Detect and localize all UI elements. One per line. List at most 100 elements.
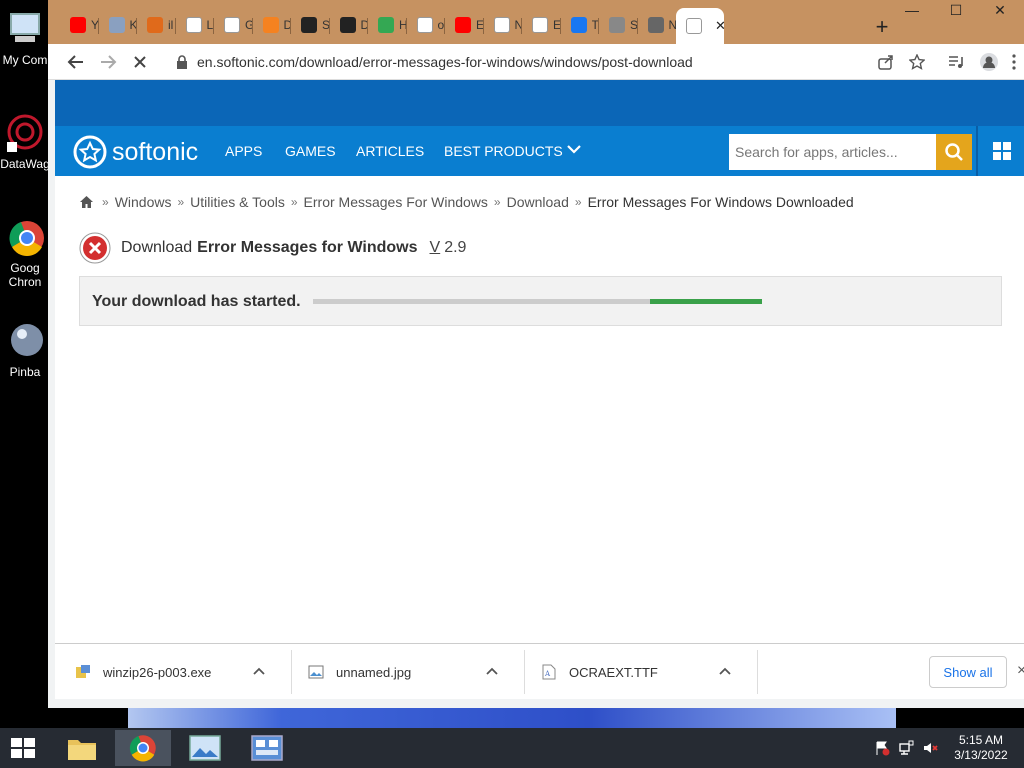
browser-tab[interactable]: o xyxy=(407,12,445,38)
media-button[interactable] xyxy=(944,50,968,74)
softonic-logo[interactable]: softonic xyxy=(72,134,198,170)
desktop-icon-pinball[interactable]: Pinba xyxy=(0,320,50,379)
softonic-logo-icon xyxy=(73,135,107,169)
home-icon[interactable] xyxy=(79,195,94,209)
download-prefix: Download xyxy=(121,239,193,256)
browser-tab[interactable]: N xyxy=(638,12,676,38)
stop-loading-button[interactable] xyxy=(128,50,152,74)
error-app-icon xyxy=(79,232,111,264)
close-shelf-button[interactable]: × xyxy=(1017,662,1024,680)
windows-platform-icon[interactable] xyxy=(993,142,1011,160)
google-icon xyxy=(224,17,240,33)
nav-divider xyxy=(976,126,978,176)
desktop-icon-label: Chron xyxy=(8,275,42,289)
desktop-icon-datawag[interactable]: DataWag xyxy=(0,112,50,171)
taskbar-file-explorer[interactable] xyxy=(54,730,110,766)
browser-tab[interactable]: S xyxy=(599,12,637,38)
browser-tab[interactable]: E xyxy=(522,12,560,38)
tab-close-icon[interactable]: ✕ xyxy=(715,18,726,34)
version-number: 2.9 xyxy=(444,239,467,256)
folder-icon xyxy=(68,740,96,760)
download-item[interactable]: unnamed.jpg xyxy=(308,644,500,700)
taskbar-chrome[interactable] xyxy=(115,730,171,766)
search-icon xyxy=(945,143,963,161)
browser-toolbar: en.softonic.com/download/error-messages-… xyxy=(48,44,1024,80)
svg-text:A: A xyxy=(544,670,551,678)
breadcrumb-separator: » xyxy=(493,195,501,209)
taskbar-photos[interactable] xyxy=(177,730,233,766)
browser-tab[interactable]: D xyxy=(330,12,368,38)
desktop-icon-label: My Com xyxy=(2,53,48,67)
shelf-divider xyxy=(757,650,758,694)
bookmark-button[interactable] xyxy=(905,50,929,74)
breadcrumb-app[interactable]: Error Messages For Windows xyxy=(304,194,488,210)
network-icon[interactable] xyxy=(898,740,914,756)
share-button[interactable] xyxy=(874,50,898,74)
volume-muted-icon[interactable] xyxy=(922,740,938,756)
browser-tab[interactable]: il xyxy=(137,12,175,38)
globe-icon xyxy=(609,17,625,33)
font-file-icon: A xyxy=(542,664,556,680)
browser-tab[interactable]: G xyxy=(214,12,252,38)
close-window-button[interactable]: ✕ xyxy=(980,2,1020,22)
system-clock[interactable]: 5:15 AM 3/13/2022 xyxy=(948,733,1014,763)
desktop-icon-my-computer[interactable]: My Com xyxy=(0,8,50,67)
wikipedia-icon xyxy=(185,17,202,33)
browser-tab[interactable]: S xyxy=(291,12,329,38)
browser-tab[interactable]: H xyxy=(368,12,406,38)
nav-articles[interactable]: ARTICLES xyxy=(356,143,424,159)
chevron-up-icon[interactable] xyxy=(717,664,733,680)
desktop-background-strip xyxy=(128,708,896,728)
site-search-button[interactable] xyxy=(936,134,972,170)
share-icon xyxy=(878,55,893,70)
download-heading: Download Error Messages for Windows V 2.9 xyxy=(79,232,466,264)
browser-tab[interactable]: Y xyxy=(60,12,98,38)
desktop-icon-label: Goog xyxy=(10,261,40,275)
clock-time: 5:15 AM xyxy=(958,733,1004,747)
profile-button[interactable] xyxy=(977,50,1001,74)
browser-window: + — ☐ ✕ YKilLGDSDHoENETSND✕ en.softonic.… xyxy=(48,0,1024,708)
browser-tab[interactable]: E xyxy=(445,12,483,38)
download-item[interactable]: A OCRAEXT.TTF xyxy=(541,644,733,700)
tab-active[interactable]: D✕ xyxy=(676,8,726,44)
chevron-up-icon[interactable] xyxy=(484,664,500,680)
download-progress-fill xyxy=(649,299,762,304)
chevron-up-icon[interactable] xyxy=(251,664,267,680)
browser-tab[interactable]: D xyxy=(253,12,291,38)
download-shelf: winzip26-p003.exe unnamed.jpg A OCRAEXT.… xyxy=(55,643,1024,699)
more-vert-icon xyxy=(1012,54,1016,70)
nav-best-products[interactable]: BEST PRODUCTS xyxy=(444,143,563,159)
installer-icon xyxy=(76,665,90,678)
download-item[interactable]: winzip26-p003.exe xyxy=(75,644,267,700)
new-tab-button[interactable]: + xyxy=(870,14,894,40)
windows-start-icon[interactable] xyxy=(8,736,38,760)
browser-tab[interactable]: N xyxy=(484,12,522,38)
chevron-down-icon[interactable] xyxy=(565,140,583,158)
nav-apps[interactable]: APPS xyxy=(225,143,262,159)
forward-button[interactable] xyxy=(96,50,120,74)
taskbar-control-panel[interactable] xyxy=(239,730,295,766)
browser-tab[interactable]: L xyxy=(176,12,214,38)
breadcrumb-utilities[interactable]: Utilities & Tools xyxy=(190,194,285,210)
logo-text: softonic xyxy=(112,137,199,166)
site-search-input[interactable] xyxy=(729,134,936,170)
breadcrumb-windows[interactable]: Windows xyxy=(115,194,172,210)
image-icon xyxy=(108,17,125,33)
version-mark: V xyxy=(429,239,441,256)
nav-games[interactable]: GAMES xyxy=(285,143,336,159)
maximize-button[interactable]: ☐ xyxy=(936,2,976,22)
back-arrow-icon xyxy=(67,55,83,69)
menu-button[interactable] xyxy=(1006,50,1022,74)
breadcrumb-download[interactable]: Download xyxy=(507,194,569,210)
desktop-icon-label: DataWag xyxy=(0,157,50,171)
lock-icon xyxy=(172,52,192,72)
action-center-flag-icon[interactable] xyxy=(874,740,890,756)
browser-tab[interactable]: K xyxy=(99,12,137,38)
show-all-downloads-button[interactable]: Show all xyxy=(929,656,1007,688)
browser-tab[interactable]: T xyxy=(561,12,599,38)
breadcrumb: » Windows » Utilities & Tools » Error Me… xyxy=(79,194,854,210)
forward-arrow-icon xyxy=(101,55,117,69)
back-button[interactable] xyxy=(64,50,88,74)
minimize-button[interactable]: — xyxy=(892,2,932,22)
desktop-icon-google-chrome[interactable]: Goog Chron xyxy=(0,216,50,289)
